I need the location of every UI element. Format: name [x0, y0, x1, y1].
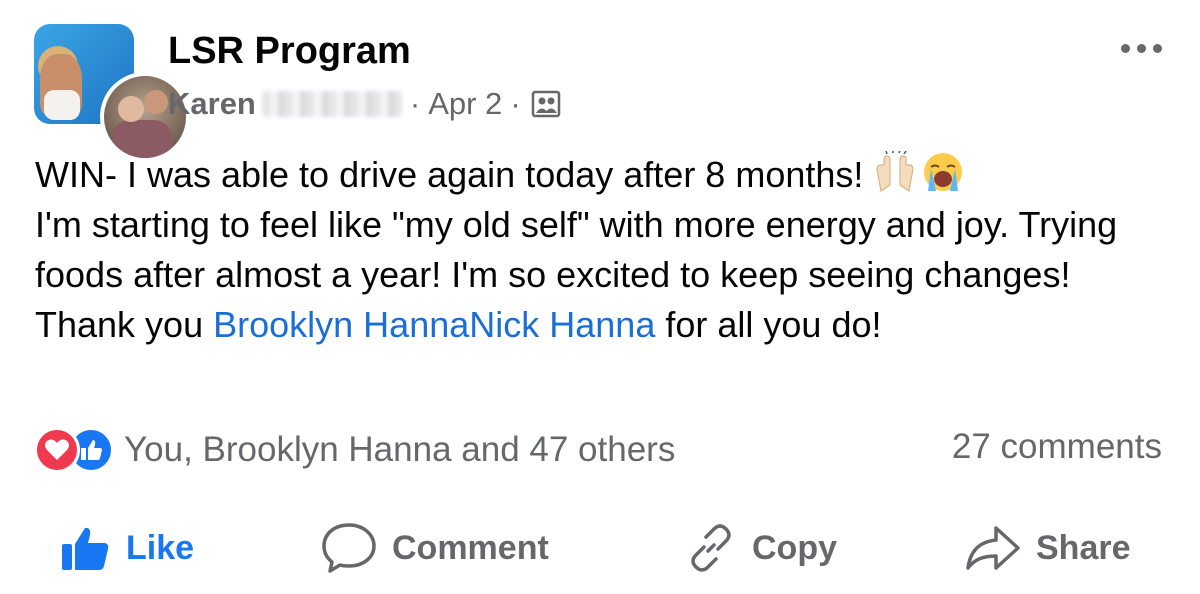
- post-date[interactable]: Apr 2: [428, 86, 502, 122]
- reactions-summary[interactable]: You, Brooklyn Hanna and 47 others: [34, 427, 675, 473]
- body-end: for all you do!: [655, 304, 882, 345]
- like-label: Like: [126, 528, 195, 567]
- post-avatar[interactable]: [34, 24, 190, 162]
- comment-label: Comment: [392, 528, 549, 567]
- like-button[interactable]: Like: [60, 520, 194, 576]
- blurred-surname: [261, 91, 402, 117]
- copy-button[interactable]: Copy: [684, 520, 837, 576]
- reactions-text[interactable]: You, Brooklyn Hanna and 47 others: [124, 430, 675, 470]
- speech-bubble-icon: [322, 523, 376, 573]
- thumbs-up-icon: [62, 527, 109, 570]
- group-name-link[interactable]: LSR Program: [168, 30, 411, 73]
- love-icon: [34, 427, 80, 473]
- share-label: Share: [1036, 528, 1131, 567]
- author-name[interactable]: Karen: [168, 86, 256, 122]
- more-options-icon[interactable]: [1121, 44, 1162, 53]
- link-icon: [691, 524, 731, 572]
- body-line-1: WIN- I was able to drive again today aft…: [35, 154, 874, 195]
- meta-separator-2: ·: [510, 86, 521, 121]
- share-button[interactable]: Share: [964, 520, 1131, 576]
- mention-brooklyn-hanna[interactable]: Brooklyn Hanna: [213, 304, 469, 345]
- action-bar: Like Comment Copy Share: [0, 520, 1200, 576]
- loudly-crying-face-icon: [924, 153, 963, 191]
- meta-separator: ·: [409, 86, 421, 121]
- raising-hands-icon: [876, 151, 914, 193]
- mention-nick-hanna[interactable]: Nick Hanna: [469, 304, 655, 345]
- comment-button[interactable]: Comment: [320, 520, 549, 576]
- share-arrow-icon: [966, 526, 1020, 570]
- copy-label: Copy: [752, 528, 837, 567]
- group-audience-icon: [531, 90, 560, 118]
- post-meta: Karen · Apr 2 ·: [168, 86, 561, 122]
- comments-count[interactable]: 27 comments: [952, 427, 1162, 467]
- post-body: WIN- I was able to drive again today aft…: [35, 150, 1175, 350]
